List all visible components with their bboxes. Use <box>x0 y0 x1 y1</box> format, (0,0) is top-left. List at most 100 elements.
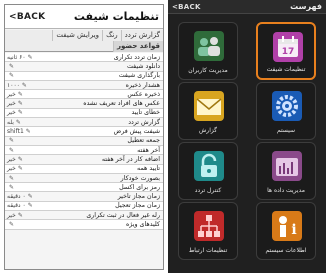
mail-icon <box>193 90 225 122</box>
edit-pencil-icon[interactable]: ✎ <box>9 72 14 79</box>
setting-label: دانلود شیفت <box>127 62 160 70</box>
calendar-icon: 17 <box>272 31 304 63</box>
edit-pencil-icon[interactable]: ✎ <box>18 156 23 163</box>
setting-row[interactable]: ✎ بارگذاری شیفت <box>5 71 163 81</box>
tab-edit-shift[interactable]: ویرایش شیفت <box>52 30 102 41</box>
tab-attendance-rules[interactable]: قواعد حضور <box>113 41 163 52</box>
setting-label: جمعه تعطیل <box>127 137 160 145</box>
menu-tile-label: اطلاعات سیستم <box>265 247 307 254</box>
edit-pencil-icon[interactable]: ✎ <box>9 63 14 70</box>
setting-row[interactable]: ✎ خیر خطای تایید <box>5 108 163 119</box>
setting-row[interactable]: ✎ خیر اضافه کار در آخر هفته <box>5 155 163 165</box>
menu-tile[interactable]: تنظیمات ارتباط <box>178 202 238 260</box>
gear-icon <box>271 90 303 122</box>
setting-label: زمان تردد تکراری <box>113 53 160 61</box>
edit-pencil-icon[interactable]: ✎ <box>18 91 23 98</box>
setting-value: ✎ ۱۰۰۰ <box>7 82 27 89</box>
setting-row[interactable]: ✎ ۱۰۰۰ هشدار ذخیره <box>5 80 163 91</box>
setting-value: ✎ ۶۰ ثانیه <box>7 54 33 61</box>
edit-pencil-icon[interactable]: ✎ <box>28 202 33 209</box>
setting-row[interactable]: ✎ خیر عکس های افراد تعریف نشده <box>5 99 163 109</box>
back-button[interactable]: <BACK <box>9 12 45 22</box>
menu-tile-label: گزارش <box>198 127 218 134</box>
setting-row[interactable]: ✎ جمعه تعطیل <box>5 136 163 146</box>
setting-label: کلیدهای ویژه <box>125 220 160 228</box>
tab-bar: گزارش تردد رنگ ویرایش شیفت قواعد حضور <box>5 30 163 52</box>
database-icon <box>271 150 303 182</box>
setting-label: ذخیره عکس <box>127 90 160 98</box>
setting-row[interactable]: ✎ خیر رله غیر فعال در ثبت تکراری <box>5 211 163 221</box>
tab-color[interactable]: رنگ <box>102 30 121 41</box>
setting-value-text: ۰ دقیقه <box>7 193 26 201</box>
setting-value: ✎ <box>7 63 14 70</box>
setting-value: ✎ <box>7 147 14 154</box>
setting-value-text: shift1 <box>7 128 24 136</box>
menu-tile[interactable]: i اطلاعات سیستم <box>256 202 316 260</box>
setting-value: ✎ بله <box>7 119 21 126</box>
edit-pencil-icon[interactable]: ✎ <box>9 221 14 228</box>
menu-tile-label: مدیریت داده ها <box>267 187 305 194</box>
edit-pencil-icon[interactable]: ✎ <box>9 175 14 182</box>
setting-row[interactable]: ✎ دانلود شیفت <box>5 62 163 72</box>
edit-pencil-icon[interactable]: ✎ <box>28 54 33 61</box>
setting-label: هشدار ذخیره <box>125 81 160 89</box>
menu-back-button[interactable]: <BACK <box>172 3 201 11</box>
settings-list: ✎ ۶۰ ثانیه زمان تردد تکراری ✎ دانلود شیفت ✎ با… <box>5 53 163 230</box>
edit-pencil-icon[interactable]: ✎ <box>9 137 14 144</box>
lock-icon <box>193 150 225 182</box>
setting-value: ✎ ۰ دقیقه <box>7 202 33 209</box>
menu-tile[interactable]: کنترل تردد <box>178 142 238 200</box>
main-menu-panel: <BACK فهرست 17 تنظیمات شیفت مدیریت کاربران… <box>168 0 326 273</box>
setting-row[interactable]: ✎ خیر تایید همه <box>5 164 163 174</box>
menu-tile[interactable]: سیستم <box>256 82 316 140</box>
menu-tile[interactable]: گزارش <box>178 82 238 140</box>
setting-row[interactable]: ✎ ۰ دقیقه زمان مجاز تعجیل <box>5 201 163 212</box>
menu-tile[interactable]: مدیریت کاربران <box>178 22 238 80</box>
tab-attendance-report[interactable]: گزارش تردد <box>120 30 163 41</box>
setting-label: خطای تایید <box>131 109 160 117</box>
setting-value: ✎ خیر <box>7 100 23 107</box>
setting-label: اضافه کار در آخر هفته <box>101 155 160 163</box>
edit-pencil-icon[interactable]: ✎ <box>18 100 23 107</box>
setting-value: ✎ shift1 <box>7 128 31 135</box>
setting-row[interactable]: ✎ کلیدهای ویژه <box>5 220 163 230</box>
svg-text:i: i <box>291 222 296 238</box>
setting-row[interactable]: ✎ رمز برای اکسل <box>5 183 163 193</box>
edit-pencil-icon[interactable]: ✎ <box>22 82 27 89</box>
setting-label: زمان مجاز تاخیر <box>117 193 160 201</box>
setting-value-text: خیر <box>7 211 16 219</box>
setting-value: ✎ <box>7 72 14 79</box>
setting-label: بارگذاری شیفت <box>118 72 160 80</box>
setting-value-text: خیر <box>7 109 16 117</box>
edit-pencil-icon[interactable]: ✎ <box>16 119 21 126</box>
setting-value: ✎ <box>7 184 14 191</box>
network-icon <box>193 210 225 242</box>
edit-pencil-icon[interactable]: ✎ <box>26 128 31 135</box>
edit-pencil-icon[interactable]: ✎ <box>18 109 23 116</box>
setting-label: بصورت خودکار <box>120 174 160 182</box>
setting-value: ✎ خیر <box>7 156 23 163</box>
setting-row[interactable]: ✎ بله گزارش تردد <box>5 118 163 128</box>
edit-pencil-icon[interactable]: ✎ <box>9 147 14 154</box>
info-icon: i <box>271 210 303 242</box>
page-title: تنظیمات شیفت <box>73 10 159 23</box>
menu-tile[interactable]: 17 تنظیمات شیفت <box>256 22 316 80</box>
setting-value: ✎ خیر <box>7 109 23 116</box>
setting-value: ✎ خیر <box>7 165 23 172</box>
setting-row[interactable]: ✎ خیر ذخیره عکس <box>5 90 163 100</box>
setting-value: ✎ خیر <box>7 91 23 98</box>
setting-label: شیفت پیش فرض <box>113 128 160 136</box>
edit-pencil-icon[interactable]: ✎ <box>18 212 23 219</box>
edit-pencil-icon[interactable]: ✎ <box>28 193 33 200</box>
edit-pencil-icon[interactable]: ✎ <box>9 184 14 191</box>
setting-label: رمز برای اکسل <box>119 183 160 191</box>
setting-row[interactable]: ✎ آخر هفته <box>5 145 163 156</box>
menu-tile[interactable]: مدیریت داده ها <box>256 142 316 200</box>
setting-row[interactable]: ✎ بصورت خودکار <box>5 173 163 184</box>
setting-row[interactable]: ✎ ۶۰ ثانیه زمان تردد تکراری <box>5 53 163 63</box>
setting-row[interactable]: ✎ shift1 شیفت پیش فرض <box>5 127 163 137</box>
setting-value-text: ۶۰ ثانیه <box>7 53 26 61</box>
shift-settings-header: <BACK تنظیمات شیفت <box>5 5 163 29</box>
edit-pencil-icon[interactable]: ✎ <box>18 165 23 172</box>
setting-row[interactable]: ✎ ۰ دقیقه زمان مجاز تاخیر <box>5 192 163 202</box>
